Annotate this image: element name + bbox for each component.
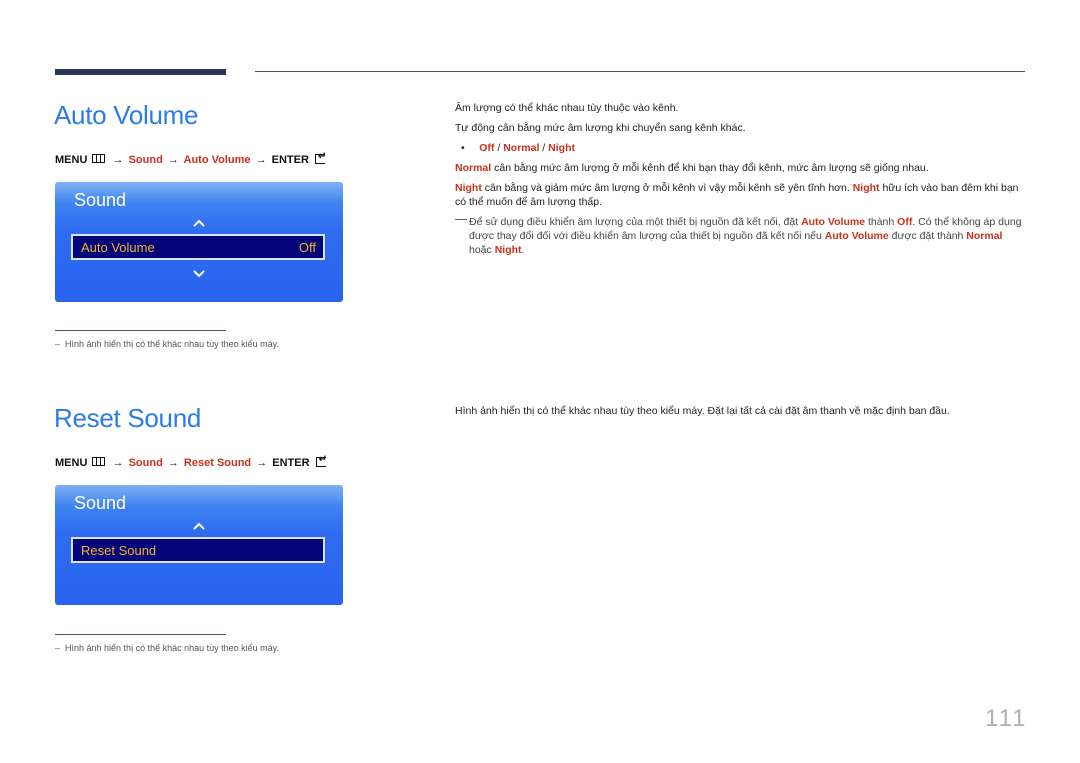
menu-icon (92, 154, 106, 163)
menu-path-reset-sound: MENU → Sound → Reset Sound → ENTER (55, 454, 327, 469)
note-text: được đặt thành (888, 230, 967, 242)
night-term: Night (455, 182, 482, 194)
menu-path-item: Reset Sound (183, 457, 252, 469)
enter-icon (315, 151, 326, 164)
option-night: Night (548, 142, 575, 154)
page-number: 111 (985, 705, 1028, 732)
section-title-auto-volume: Auto Volume (54, 100, 199, 130)
note-text: hoặc (469, 244, 495, 256)
desc-line-2: Tự động cân bằng mức âm lượng khi chuyển… (455, 122, 746, 134)
option-sep: / (494, 142, 504, 154)
night-text: cân bằng và giảm mức âm lượng ở mỗi kênh… (481, 182, 853, 194)
normal-text: cân bằng mức âm lượng ở mỗi kênh để khi … (491, 162, 929, 174)
enter-label: ENTER (271, 154, 309, 166)
note-term: Off (897, 216, 913, 228)
menu-path-sound: Sound (128, 457, 163, 469)
note-term: Auto Volume (801, 216, 866, 228)
chevron-down-icon[interactable] (192, 267, 206, 281)
menu-path-auto-volume: MENU → Sound → Auto Volume → ENTER (55, 151, 326, 166)
osd-header: Sound (74, 493, 127, 513)
osd-selected-item[interactable]: Reset Sound (71, 537, 325, 563)
option-normal: Normal (503, 142, 540, 154)
enter-icon (315, 454, 327, 467)
bullet-icon: • (461, 142, 480, 154)
arrow-icon: → (255, 154, 267, 166)
osd-item-label: Auto Volume (81, 240, 155, 255)
note-text: Để sử dụng điều khiển âm lượng của một t… (469, 216, 802, 228)
menu-label: MENU (55, 154, 88, 166)
dash-icon: – (55, 339, 66, 349)
footnote-rule (55, 634, 226, 635)
note-term: Normal (966, 230, 1003, 242)
footnote-text: Hình ảnh hiển thị có thể khác nhau tùy t… (65, 339, 279, 349)
osd-item-value: Off (298, 240, 316, 255)
osd-selected-item[interactable]: Auto Volume Off (71, 234, 325, 260)
chevron-up-icon[interactable] (192, 519, 206, 533)
option-sep: / (539, 142, 549, 154)
osd-sound-menu-auto-volume: Sound Auto Volume Off (55, 182, 343, 302)
arrow-icon: → (112, 457, 124, 469)
header-bar-thick (55, 69, 226, 75)
menu-path-item: Auto Volume (183, 154, 251, 166)
enter-label: ENTER (272, 457, 310, 469)
arrow-icon: → (256, 457, 268, 469)
chevron-up-icon[interactable] (192, 216, 206, 230)
dash-icon: – (55, 643, 66, 653)
desc-line-1: Âm lượng có thể khác nhau tùy thuộc vào … (455, 102, 679, 114)
note-dash-icon (455, 219, 467, 220)
arrow-icon: → (112, 154, 124, 166)
footnote-rule (55, 330, 226, 331)
night-term: Night (852, 182, 880, 194)
reset-sound-desc: Hình ảnh hiển thị có thể khác nhau tùy t… (455, 405, 950, 417)
footnote: – Hình ảnh hiển thị có thể khác nhau tùy… (55, 643, 279, 653)
header-rule (255, 71, 1025, 72)
footnote-text: Hình ảnh hiển thị có thể khác nhau tùy t… (65, 643, 279, 653)
menu-path-sound: Sound (128, 154, 163, 166)
arrow-icon: → (167, 457, 179, 469)
menu-label: MENU (55, 457, 88, 469)
note-term: Auto Volume (824, 230, 889, 242)
arrow-icon: → (167, 154, 179, 166)
osd-header: Sound (74, 190, 127, 210)
osd-item-label: Reset Sound (81, 543, 157, 558)
normal-desc: Normal cân bằng mức âm lượng ở mỗi kênh … (455, 161, 929, 175)
osd-sound-menu-reset-sound: Sound Reset Sound (55, 485, 343, 605)
auto-volume-note: Để sử dụng điều khiển âm lượng của một t… (469, 215, 1025, 257)
footnote: – Hình ảnh hiển thị có thể khác nhau tùy… (55, 339, 279, 349)
option-off: Off (479, 142, 495, 154)
normal-term: Normal (455, 162, 492, 174)
note-text: thành (865, 216, 898, 228)
options-list: • Off / Normal / Night (461, 141, 575, 155)
note-text: . (521, 244, 525, 256)
night-desc: Night cân bằng và giảm mức âm lượng ở mỗ… (455, 181, 1027, 209)
section-title-reset-sound: Reset Sound (54, 403, 202, 433)
note-term: Night (494, 244, 522, 256)
menu-icon (92, 457, 106, 466)
